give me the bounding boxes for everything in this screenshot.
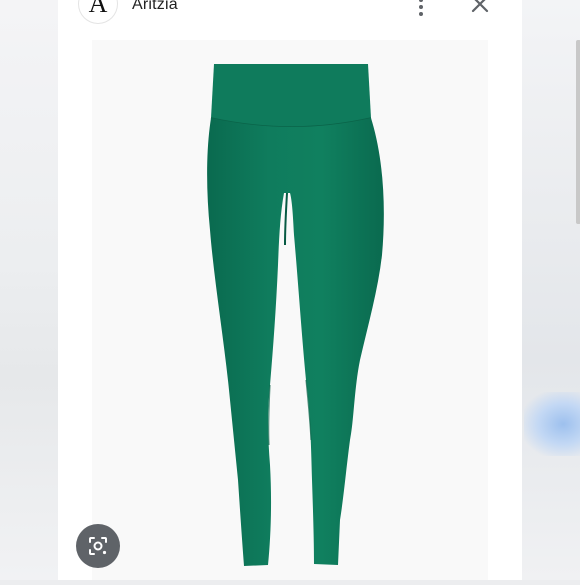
site-logo[interactable]: A [79, 0, 117, 23]
lens-search-button[interactable] [76, 524, 120, 568]
site-logo-letter: A [88, 0, 108, 18]
more-options-button[interactable] [413, 0, 429, 22]
scrollbar-thumb[interactable] [576, 40, 580, 224]
image-preview-panel: A Aritzia [58, 0, 580, 580]
leggings-waistband [211, 64, 371, 127]
close-icon [471, 0, 489, 13]
lens-search-icon [89, 537, 107, 555]
background-right-blur [522, 0, 580, 580]
site-name[interactable]: Aritzia [132, 0, 178, 14]
product-image[interactable] [92, 40, 488, 580]
close-button[interactable] [468, 0, 492, 16]
preview-header: A Aritzia [58, 0, 522, 40]
green-leggings-image [207, 64, 384, 566]
background-left-blur [0, 0, 58, 580]
leggings-body [207, 118, 384, 566]
background-blue-glow [524, 392, 580, 456]
